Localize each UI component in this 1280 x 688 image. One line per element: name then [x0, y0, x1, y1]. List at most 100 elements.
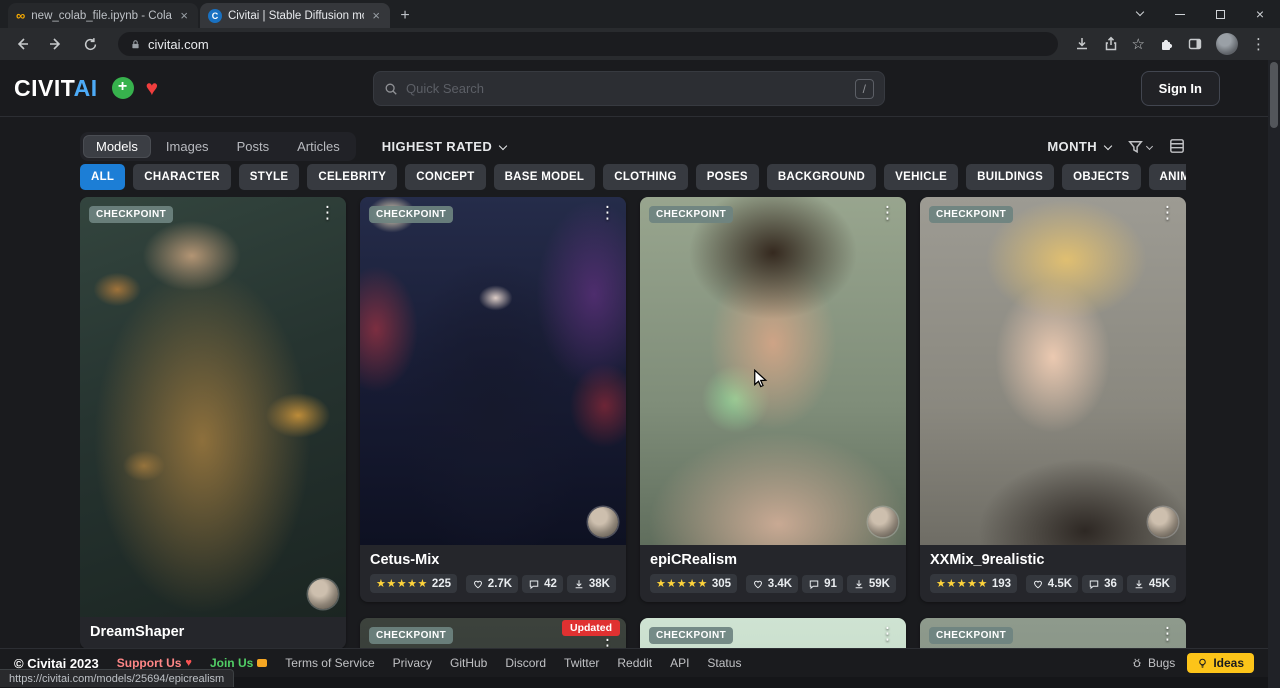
category-chip-background[interactable]: BACKGROUND [767, 164, 876, 190]
category-chip-clothing[interactable]: CLOTHING [603, 164, 687, 190]
tab-posts[interactable]: Posts [224, 135, 283, 158]
minimize-button[interactable] [1160, 0, 1200, 28]
category-chip-concept[interactable]: CONCEPT [405, 164, 485, 190]
privacy-link[interactable]: Privacy [393, 656, 432, 670]
creator-avatar[interactable] [868, 507, 898, 537]
tab-articles[interactable]: Articles [284, 135, 353, 158]
category-chip-celebrity[interactable]: CELEBRITY [307, 164, 397, 190]
card-menu-icon[interactable]: ⋮ [1155, 624, 1180, 644]
model-preview-image[interactable]: Updated CHECKPOINT ⋮ [360, 618, 626, 648]
profile-avatar[interactable] [1216, 33, 1238, 55]
api-link[interactable]: API [670, 656, 689, 670]
forward-button[interactable] [44, 32, 68, 56]
tab-search-button[interactable] [1120, 0, 1160, 28]
creator-avatar[interactable] [308, 579, 338, 609]
category-chip-buildings[interactable]: BUILDINGS [966, 164, 1054, 190]
model-card-row2[interactable]: Updated CHECKPOINT ⋮ [360, 618, 626, 648]
tab-images[interactable]: Images [153, 135, 222, 158]
browser-tab-civitai[interactable]: C Civitai | Stable Diffusion models, × [200, 3, 390, 28]
creator-avatar[interactable] [588, 507, 618, 537]
filter-button[interactable] [1127, 138, 1152, 155]
tab-models[interactable]: Models [83, 135, 151, 158]
model-preview-image[interactable]: CHECKPOINT ⋮ [80, 197, 346, 617]
new-tab-button[interactable]: + [392, 3, 418, 28]
chevron-down-icon [1104, 142, 1112, 150]
address-bar[interactable]: civitai.com [118, 32, 1058, 56]
category-chip-style[interactable]: STYLE [239, 164, 300, 190]
page-scrollbar[interactable] [1268, 60, 1280, 688]
category-chip-character[interactable]: CHARACTER [133, 164, 231, 190]
category-chip-poses[interactable]: POSES [696, 164, 759, 190]
model-card-cetus-mix[interactable]: CHECKPOINT ⋮ Cetus-Mix ★★★★★ 225 2.7K [360, 197, 626, 602]
reddit-link[interactable]: Reddit [617, 656, 652, 670]
terms-link[interactable]: Terms of Service [285, 656, 374, 670]
github-link[interactable]: GitHub [450, 656, 487, 670]
tab-close-icon[interactable]: × [370, 8, 382, 23]
card-menu-icon[interactable]: ⋮ [315, 203, 340, 223]
model-preview-image[interactable]: CHECKPOINT ⋮ [640, 618, 906, 648]
creator-avatar[interactable] [1148, 507, 1178, 537]
maximize-button[interactable] [1200, 0, 1240, 28]
downloads-count: 59K [869, 578, 890, 590]
install-icon[interactable] [1074, 36, 1090, 52]
model-card-epicrealism[interactable]: CHECKPOINT ⋮ epiCRealism ★★★★★ 305 3.4K [640, 197, 906, 602]
support-us-link[interactable]: Support Us♥ [117, 656, 192, 670]
heart-icon [472, 578, 484, 590]
browser-menu-icon[interactable]: ⋮ [1251, 35, 1266, 53]
model-preview-image[interactable]: CHECKPOINT ⋮ [640, 197, 906, 545]
discord-link[interactable]: Discord [505, 656, 546, 670]
model-card-xxmix[interactable]: CHECKPOINT ⋮ XXMix_9realistic ★★★★★ 193 … [920, 197, 1186, 602]
card-menu-icon[interactable]: ⋮ [1155, 203, 1180, 223]
search-bar[interactable]: / [373, 71, 885, 106]
create-plus-button[interactable]: + [112, 77, 134, 99]
bugs-button[interactable]: Bugs [1131, 656, 1175, 670]
tab-title: Civitai | Stable Diffusion models, [228, 10, 364, 22]
tab-close-icon[interactable]: × [178, 8, 190, 23]
browser-toolbar: civitai.com ☆ ⋮ [0, 28, 1280, 60]
chevron-down-icon [1146, 142, 1153, 149]
card-menu-icon[interactable]: ⋮ [875, 203, 900, 223]
extensions-puzzle-icon[interactable] [1158, 36, 1174, 52]
lightbulb-icon [1197, 657, 1208, 669]
category-chip-all[interactable]: ALL [80, 164, 125, 190]
favorites-heart-icon[interactable]: ♥ [146, 78, 158, 99]
search-input[interactable] [406, 81, 847, 96]
model-preview-image[interactable]: CHECKPOINT ⋮ [920, 618, 1186, 648]
join-us-link[interactable]: Join Us [210, 656, 267, 670]
status-link[interactable]: Status [707, 656, 741, 670]
browser-tab-colab[interactable]: ∞ new_colab_file.ipynb - Colaborat × [8, 3, 198, 28]
model-type-badge: CHECKPOINT [649, 206, 733, 223]
share-icon[interactable] [1103, 36, 1119, 52]
layout-toggle-button[interactable] [1168, 137, 1186, 155]
period-dropdown[interactable]: MONTH [1047, 139, 1111, 154]
model-title: XXMix_9realistic [930, 552, 1176, 568]
model-type-badge: CHECKPOINT [649, 627, 733, 644]
ideas-button[interactable]: Ideas [1187, 653, 1254, 673]
category-chip-base-model[interactable]: BASE MODEL [494, 164, 596, 190]
model-card-dreamshaper[interactable]: CHECKPOINT ⋮ DreamShaper [80, 197, 346, 648]
close-button[interactable]: × [1240, 0, 1280, 28]
card-menu-icon[interactable]: ⋮ [595, 636, 620, 648]
rating-count: 193 [992, 578, 1011, 590]
model-preview-image[interactable]: CHECKPOINT ⋮ [360, 197, 626, 545]
scrollbar-thumb[interactable] [1270, 62, 1278, 128]
model-card-row2[interactable]: CHECKPOINT ⋮ [640, 618, 906, 648]
civitai-logo[interactable]: CIVITAI [14, 75, 98, 102]
sign-in-button[interactable]: Sign In [1141, 71, 1220, 106]
grid-layout-icon [1168, 137, 1186, 155]
twitter-link[interactable]: Twitter [564, 656, 599, 670]
category-chip-objects[interactable]: OBJECTS [1062, 164, 1140, 190]
model-preview-image[interactable]: CHECKPOINT ⋮ [920, 197, 1186, 545]
card-menu-icon[interactable]: ⋮ [875, 624, 900, 644]
model-card-row2[interactable]: CHECKPOINT ⋮ [920, 618, 1186, 648]
category-chip-animal[interactable]: ANIMAL [1149, 164, 1187, 190]
reload-button[interactable] [78, 32, 102, 56]
category-chip-vehicle[interactable]: VEHICLE [884, 164, 958, 190]
comments-pill: 42 [522, 575, 563, 593]
sort-dropdown[interactable]: HIGHEST RATED [382, 139, 506, 154]
bookmark-star-icon[interactable]: ☆ [1132, 37, 1145, 52]
card-menu-icon[interactable]: ⋮ [595, 203, 620, 223]
card-body: DreamShaper [80, 617, 346, 648]
side-panel-icon[interactable] [1187, 36, 1203, 52]
back-button[interactable] [10, 32, 34, 56]
